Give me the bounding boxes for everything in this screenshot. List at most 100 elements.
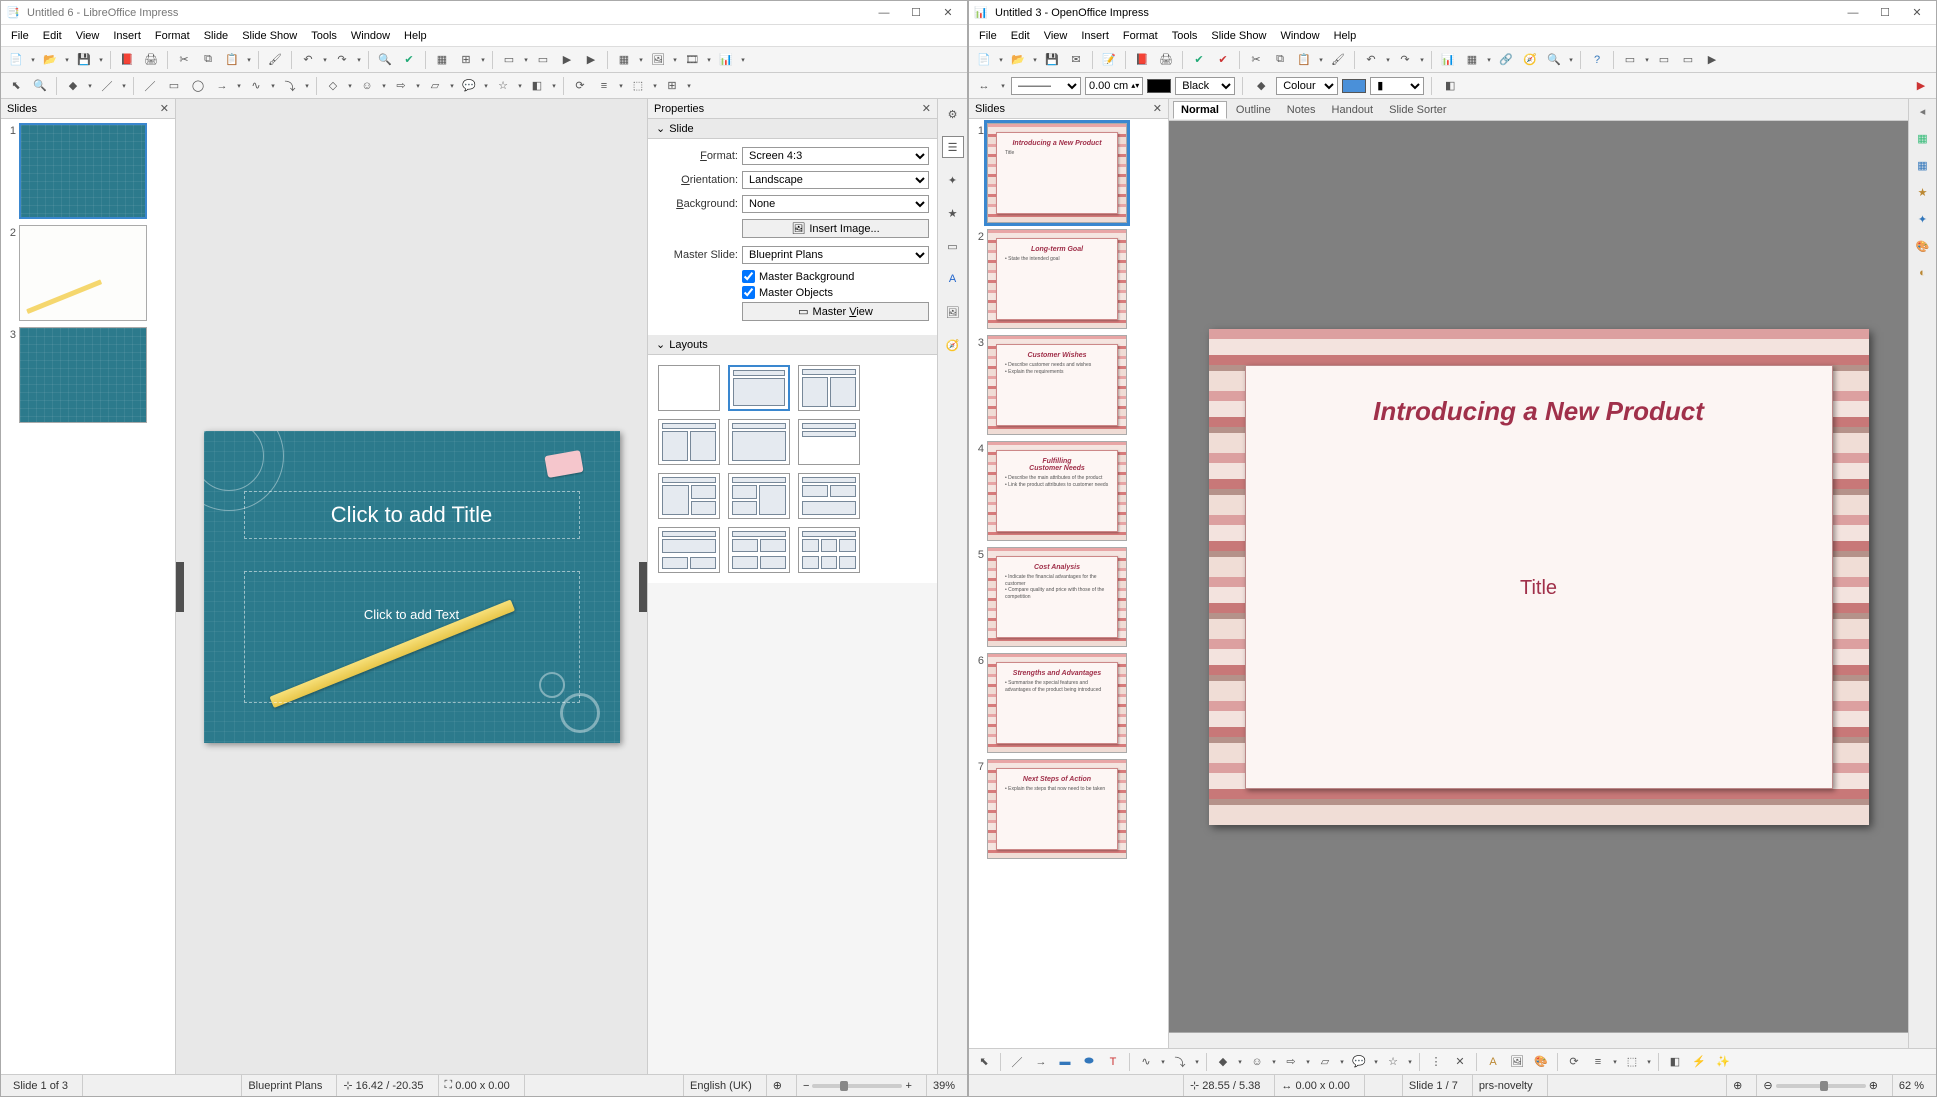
arrow-style-icon[interactable]: ↔ xyxy=(973,75,995,97)
block-arrows-icon[interactable]: ⇨ xyxy=(390,75,412,97)
insert-media-icon[interactable]: 🎞 xyxy=(681,49,703,71)
cut-icon[interactable]: ✂ xyxy=(1245,49,1267,71)
line-icon[interactable]: ／ xyxy=(1006,1051,1028,1073)
slide-title[interactable]: Introducing a New Product xyxy=(1246,396,1832,427)
new-icon[interactable]: 📄 xyxy=(5,49,27,71)
line-style-select[interactable]: ——— xyxy=(1011,77,1081,95)
menu-file[interactable]: File xyxy=(973,28,1003,44)
table-icon[interactable]: ▦ xyxy=(1461,49,1483,71)
master-pages-icon[interactable]: ▦ xyxy=(1917,132,1927,145)
line-color-swatch[interactable] xyxy=(1147,79,1171,93)
tab-outline[interactable]: Outline xyxy=(1229,102,1278,118)
layout-2content-title[interactable] xyxy=(798,419,860,465)
basic-shapes-icon[interactable]: ◇ xyxy=(322,75,344,97)
menu-insert[interactable]: Insert xyxy=(107,28,147,44)
fill-color-swatch[interactable] xyxy=(1342,79,1366,93)
paste-icon[interactable]: 📋 xyxy=(221,49,243,71)
cut-icon[interactable]: ✂ xyxy=(173,49,195,71)
layout-4content[interactable] xyxy=(728,527,790,573)
format-paintbrush-icon[interactable]: 🖌 xyxy=(1327,49,1349,71)
maximize-button[interactable]: ☐ xyxy=(901,3,931,23)
menu-file[interactable]: File xyxy=(5,28,35,44)
background-select[interactable]: None xyxy=(742,195,929,213)
format-select[interactable]: Screen 4:3 xyxy=(742,147,929,165)
panel-close-icon[interactable]: ✕ xyxy=(922,102,931,115)
close-button[interactable]: ✕ xyxy=(933,3,963,23)
select-icon[interactable]: ⬉ xyxy=(973,1051,995,1073)
zoom-in-icon[interactable]: ⊕ xyxy=(1869,1079,1878,1092)
area-style-icon[interactable]: ◆ xyxy=(1250,75,1272,97)
presentation-start-icon[interactable]: ▶ xyxy=(1910,75,1932,97)
copy-icon[interactable]: ⧉ xyxy=(197,49,219,71)
master-view-button[interactable]: ▭Master View xyxy=(742,302,929,321)
sidebar-slide-transition-icon[interactable]: ✦ xyxy=(942,169,964,191)
symbol-shapes-icon[interactable]: ☺ xyxy=(1246,1051,1268,1073)
custom-animation-icon[interactable]: ✦ xyxy=(1918,213,1927,226)
interaction-icon[interactable]: ⚡ xyxy=(1688,1051,1710,1073)
copy-icon[interactable]: ⧉ xyxy=(1269,49,1291,71)
animation-icon[interactable]: ✨ xyxy=(1712,1051,1734,1073)
minimize-button[interactable]: — xyxy=(869,3,899,23)
slide-thumb-3[interactable] xyxy=(19,327,147,423)
save-icon[interactable]: 💾 xyxy=(73,49,95,71)
flowchart-icon[interactable]: ▱ xyxy=(424,75,446,97)
new-dropdown[interactable]: ▾ xyxy=(29,56,37,64)
zoom-slider[interactable] xyxy=(1776,1084,1866,1088)
gallery-icon[interactable]: 🎨 xyxy=(1530,1051,1552,1073)
paste-dropdown[interactable]: ▾ xyxy=(245,56,253,64)
fit-slide-icon[interactable]: ⊕ xyxy=(766,1075,788,1096)
auto-spellcheck-icon[interactable]: ✔ xyxy=(1212,49,1234,71)
slide-thumb-7[interactable]: Next Steps of Action• Explain the steps … xyxy=(987,759,1127,859)
master-background-checkbox[interactable] xyxy=(742,270,755,283)
layout-title-2content[interactable] xyxy=(798,365,860,411)
text-icon[interactable]: T xyxy=(1102,1051,1124,1073)
slide-design-icon[interactable]: ▭ xyxy=(1619,49,1641,71)
menu-slide[interactable]: Slide xyxy=(198,28,234,44)
arrange-icon[interactable]: ⬚ xyxy=(1621,1051,1643,1073)
status-zoom[interactable]: 39% xyxy=(926,1075,961,1096)
shadow-icon[interactable]: ◧ xyxy=(1439,75,1461,97)
start-current-icon[interactable]: ▶ xyxy=(580,49,602,71)
layout-l-shape-2[interactable] xyxy=(728,473,790,519)
rotate-icon[interactable]: ⟳ xyxy=(1563,1051,1585,1073)
ellipse-icon[interactable]: ⬬ xyxy=(1078,1051,1100,1073)
open-dropdown[interactable]: ▾ xyxy=(63,56,71,64)
save-dropdown[interactable]: ▾ xyxy=(97,56,105,64)
export-pdf-icon[interactable]: 📕 xyxy=(1131,49,1153,71)
menu-view[interactable]: View xyxy=(70,28,106,44)
status-zoom[interactable]: 62 % xyxy=(1892,1075,1930,1096)
insert-table-icon[interactable]: ▦ xyxy=(613,49,635,71)
select-icon[interactable]: ⬉ xyxy=(5,75,27,97)
connector-icon[interactable]: ⤵ xyxy=(1169,1051,1191,1073)
insert-image-icon[interactable]: 🖼 xyxy=(647,49,669,71)
help-icon[interactable]: ? xyxy=(1586,49,1608,71)
undo-icon[interactable]: ↶ xyxy=(297,49,319,71)
zoom-slider[interactable] xyxy=(812,1084,902,1088)
menu-format[interactable]: Format xyxy=(1117,28,1164,44)
grid-icon[interactable]: ▦ xyxy=(431,49,453,71)
zoom-out-icon[interactable]: − xyxy=(803,1080,809,1092)
chevron-down-icon[interactable]: ⌄ xyxy=(656,338,665,351)
table-design-icon[interactable]: ★ xyxy=(1918,186,1928,199)
line-colour-select[interactable]: Black xyxy=(1175,77,1235,95)
edit-file-icon[interactable]: 📝 xyxy=(1098,49,1120,71)
spellcheck-icon[interactable]: ✔ xyxy=(1188,49,1210,71)
sidebar-navigator-icon[interactable]: 🧭 xyxy=(942,334,964,356)
callouts-icon[interactable]: 💬 xyxy=(458,75,480,97)
arrow-icon[interactable]: → xyxy=(211,75,233,97)
layout-2over1[interactable] xyxy=(798,473,860,519)
rectangle-icon[interactable]: ▭ xyxy=(163,75,185,97)
curve-icon[interactable]: ∿ xyxy=(245,75,267,97)
insert-image-button[interactable]: 🖼Insert Image... xyxy=(742,219,929,238)
slide-thumb-1[interactable] xyxy=(19,123,147,219)
sidebar-properties-icon[interactable]: ☰ xyxy=(942,136,964,158)
insert-chart-icon[interactable]: 📊 xyxy=(715,49,737,71)
menu-tools[interactable]: Tools xyxy=(1166,28,1204,44)
print-icon[interactable]: 🖨 xyxy=(140,49,162,71)
redo-icon[interactable]: ↷ xyxy=(331,49,353,71)
fit-page-icon[interactable]: ⊕ xyxy=(1726,1075,1748,1096)
layout-title-only[interactable] xyxy=(658,419,720,465)
open-icon[interactable]: 📂 xyxy=(1007,49,1029,71)
curve-icon[interactable]: ∿ xyxy=(1135,1051,1157,1073)
ellipse-icon[interactable]: ◯ xyxy=(187,75,209,97)
